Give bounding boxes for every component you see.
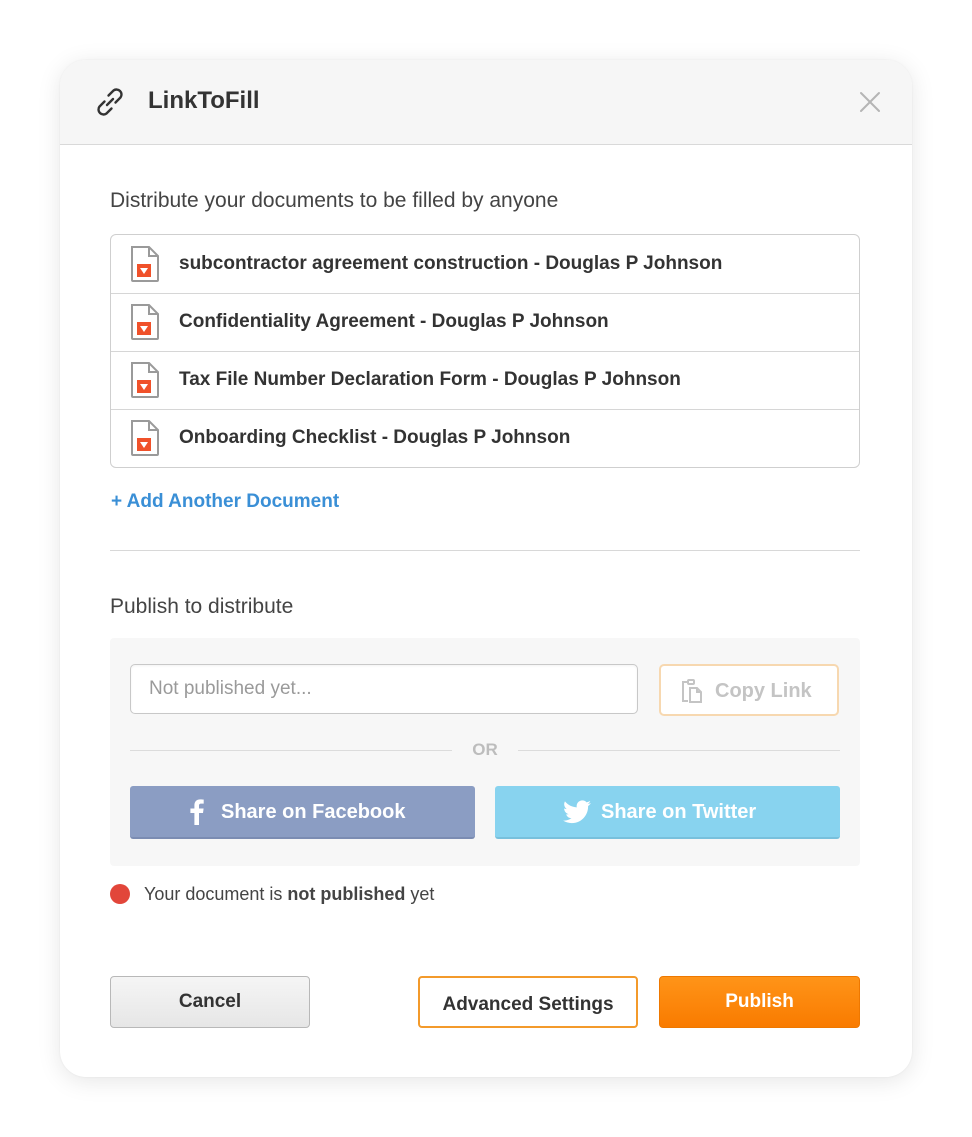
document-name: subcontractor agreement construction - D… bbox=[179, 253, 723, 274]
pdf-document-icon bbox=[131, 304, 159, 340]
document-item[interactable]: Confidentiality Agreement - Douglas P Jo… bbox=[111, 293, 859, 352]
or-divider-left bbox=[130, 750, 452, 751]
twitter-icon bbox=[563, 800, 591, 824]
facebook-icon bbox=[190, 799, 204, 825]
document-name: Tax File Number Declaration Form - Dougl… bbox=[179, 369, 681, 390]
pdf-document-icon bbox=[131, 246, 159, 282]
document-name: Onboarding Checklist - Douglas P Johnson bbox=[179, 427, 571, 448]
clipboard-icon bbox=[682, 679, 702, 703]
share-twitter-label: Share on Twitter bbox=[601, 801, 757, 823]
document-item[interactable]: Onboarding Checklist - Douglas P Johnson bbox=[111, 409, 859, 467]
pdf-document-icon bbox=[131, 420, 159, 456]
section-divider bbox=[110, 550, 860, 551]
link-icon bbox=[97, 88, 123, 116]
share-facebook-button[interactable]: Share on Facebook bbox=[130, 786, 475, 839]
advanced-settings-button[interactable]: Advanced Settings bbox=[418, 976, 638, 1028]
cancel-button[interactable]: Cancel bbox=[110, 976, 310, 1028]
status-emphasis: not published bbox=[287, 884, 406, 904]
publish-button[interactable]: Publish bbox=[659, 976, 860, 1028]
documents-heading: Distribute your documents to be filled b… bbox=[110, 189, 559, 212]
share-twitter-button[interactable]: Share on Twitter bbox=[495, 786, 840, 839]
status-suffix: yet bbox=[405, 884, 435, 904]
status-text: Your document is not published yet bbox=[144, 882, 434, 906]
copy-link-button[interactable]: Copy Link bbox=[659, 664, 839, 716]
document-item[interactable]: subcontractor agreement construction - D… bbox=[111, 235, 859, 294]
dialog-title: LinkToFill bbox=[148, 87, 260, 114]
close-icon[interactable] bbox=[856, 88, 884, 116]
linktofill-dialog: LinkToFill Distribute your documents to … bbox=[60, 60, 912, 1077]
pdf-document-icon bbox=[131, 362, 159, 398]
document-name: Confidentiality Agreement - Douglas P Jo… bbox=[179, 311, 609, 332]
publish-heading: Publish to distribute bbox=[110, 595, 294, 618]
copy-link-label: Copy Link bbox=[715, 680, 812, 702]
published-link-input[interactable] bbox=[130, 664, 638, 714]
status-indicator-dot bbox=[110, 884, 130, 904]
status-prefix: Your document is bbox=[144, 884, 288, 904]
document-item[interactable]: Tax File Number Declaration Form - Dougl… bbox=[111, 351, 859, 410]
document-list: subcontractor agreement construction - D… bbox=[110, 234, 860, 468]
dialog-header: LinkToFill bbox=[60, 60, 912, 145]
publish-panel: Copy Link OR Share on Facebook Share on … bbox=[110, 638, 860, 866]
add-another-document-link[interactable]: + Add Another Document bbox=[111, 491, 339, 513]
or-separator-text: OR bbox=[472, 740, 498, 759]
or-divider-right bbox=[518, 750, 840, 751]
share-facebook-label: Share on Facebook bbox=[221, 801, 406, 823]
